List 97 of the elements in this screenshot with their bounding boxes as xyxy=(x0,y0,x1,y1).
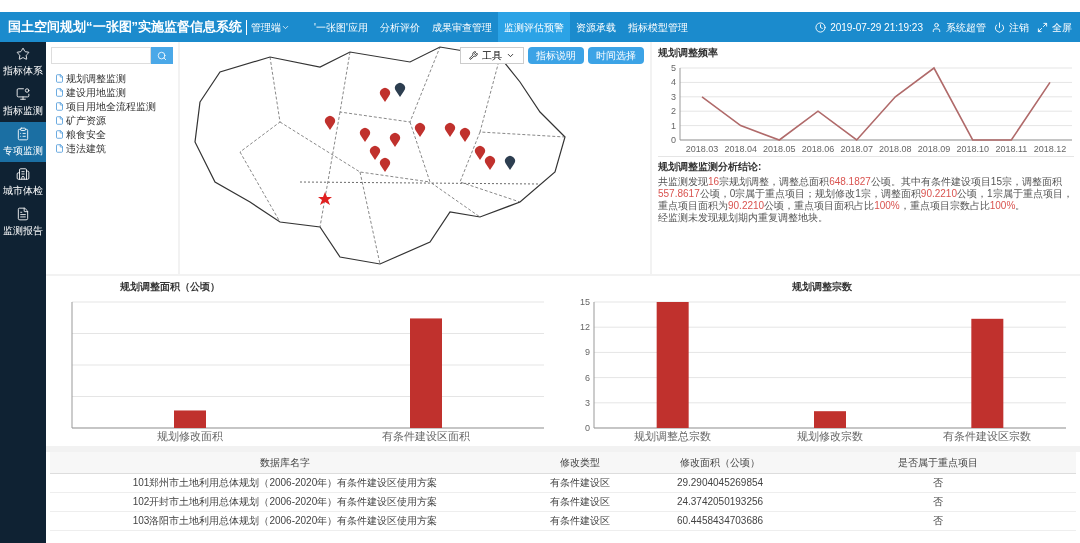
wrench-icon xyxy=(469,51,478,60)
axis-tick-label: 9 xyxy=(584,347,590,358)
side-nav-icon xyxy=(16,206,30,221)
side-nav-icon xyxy=(16,46,30,61)
table-cell-text: 有条件建设区 xyxy=(549,514,611,528)
side-nav-item[interactable]: 监测报告 xyxy=(0,202,46,242)
axis-tick-label: 2018.06 xyxy=(801,144,835,154)
logout-link[interactable]: 注销 xyxy=(994,19,1029,35)
axis-tick-label: 2018.05 xyxy=(763,144,796,154)
table-cell-text: 29.2904045269854 xyxy=(675,476,765,490)
side-nav-icon xyxy=(16,166,30,181)
nav-tab[interactable]: 监测评估预警 xyxy=(497,12,570,42)
tree-item[interactable]: 项目用地全流程监测 xyxy=(55,100,173,113)
axis-tick-label: 6 xyxy=(584,372,590,383)
table-cell-text: 60.4458434703686 xyxy=(675,514,765,528)
table-cell-text: 103洛阳市土地利用总体规划（2006-2020年）有条件建设区使用方案 xyxy=(131,514,439,528)
file-icon xyxy=(55,88,64,97)
axis-tick-label: 规划修改面积 xyxy=(157,430,223,442)
table-cell-text: 101郑州市土地利用总体规划（2006-2020年）有条件建设区使用方案 xyxy=(131,476,439,490)
user-icon xyxy=(931,21,942,33)
axis-tick-label: 12 xyxy=(579,322,590,333)
tree-item[interactable]: 矿产资源 xyxy=(55,114,173,127)
column-header: 修改面积（公顷） xyxy=(679,456,761,470)
nav-tab[interactable]: 指标模型管理 xyxy=(621,12,694,42)
side-nav-item[interactable]: 指标监测 xyxy=(0,82,46,122)
tree-item[interactable]: 粮食安全 xyxy=(55,128,173,141)
axis-tick-label: 5 xyxy=(671,63,676,73)
tree-item[interactable]: 违法建筑 xyxy=(55,142,173,155)
axis-tick-label: 3 xyxy=(671,91,676,102)
axis-tick-label: 15 xyxy=(579,297,590,307)
axis-tick-label: 0 xyxy=(584,423,590,433)
axis-tick-label: 有条件建设区宗数 xyxy=(942,430,1031,442)
axis-tick-label: 3 xyxy=(584,397,590,408)
search-field[interactable] xyxy=(51,47,151,64)
fullscreen-icon xyxy=(1037,21,1048,33)
nav-tab[interactable]: '一张图'应用 xyxy=(308,12,374,42)
role-dropdown[interactable]: 管理端 xyxy=(246,19,290,35)
axis-tick-label: 2018.10 xyxy=(956,144,989,154)
map-button[interactable]: 指标说明 xyxy=(528,47,584,64)
side-nav-icon xyxy=(16,126,30,141)
axis-tick-label: 有条件建设区面积 xyxy=(382,430,470,442)
table-cell-text: 否 xyxy=(932,514,944,528)
axis-tick-label: 2018.03 xyxy=(685,144,719,154)
user-link[interactable]: 系统超管 xyxy=(931,19,986,35)
analysis-paragraph: 共监测发现16宗规划调整，调整总面积648.1827公顷。其中有条件建设项目15宗，调整面积 557.8617公顷，0宗属于重点项目；规划修改1宗，调整面积90.2210公顷，1宗属于重点项目，重点项目面积为90.2210公顷，重点项目面积占比100%，重点项目宗数占比100%。 xyxy=(658,176,1074,212)
analysis-title: 规划调整监测分析结论: xyxy=(658,160,763,174)
axis-tick-label: 2 xyxy=(671,106,676,117)
nav-tab[interactable]: 资源承载 xyxy=(569,12,622,42)
column-header: 是否属于重点项目 xyxy=(897,456,979,470)
axis-tick-label: 1 xyxy=(671,120,676,131)
axis-tick-label: 4 xyxy=(671,77,676,88)
column-header: 数据库名字 xyxy=(259,456,311,470)
analysis-note: 经监测未发现规划期内重复调整地块。 xyxy=(658,212,829,224)
bar xyxy=(174,410,206,428)
side-nav-icon xyxy=(16,86,30,101)
table-cell-text: 有条件建设区 xyxy=(549,476,611,490)
table-cell-text: 否 xyxy=(932,476,944,490)
table-cell-text: 有条件建设区 xyxy=(549,495,611,509)
chart-title: 规划调整频率 xyxy=(658,46,719,60)
side-nav-item[interactable]: 城市体检 xyxy=(0,162,46,202)
axis-tick-label: 规划修改宗数 xyxy=(796,430,863,442)
clock-icon xyxy=(815,21,827,33)
app-title: 国土空间规划“一张图”实施监督信息系统 xyxy=(8,18,242,37)
datetime: 2019-07-29 21:19:23 xyxy=(830,20,923,35)
axis-tick-label: 2018.08 xyxy=(879,144,912,154)
table-cell-text: 102开封市土地利用总体规划（2006-2020年）有条件建设区使用方案 xyxy=(131,495,439,509)
tree-item[interactable]: 规划调整监测 xyxy=(55,72,173,85)
nav-tab[interactable]: 成果审查管理 xyxy=(425,12,498,42)
file-icon xyxy=(55,116,64,125)
power-icon xyxy=(994,21,1005,33)
caret-icon xyxy=(506,51,515,60)
tool-dropdown[interactable]: 工具 xyxy=(460,47,524,64)
axis-tick-label: 2018.12 xyxy=(1033,144,1067,154)
chart-title: 规划调整宗数 xyxy=(791,280,852,294)
tree-item[interactable]: 建设用地监测 xyxy=(55,86,173,99)
bar xyxy=(813,411,846,428)
file-icon xyxy=(55,102,64,111)
file-icon xyxy=(55,130,64,139)
axis-tick-label: 2018.04 xyxy=(724,144,757,154)
search-icon xyxy=(157,50,167,61)
file-icon xyxy=(55,74,64,83)
table-cell-text: 否 xyxy=(932,495,944,509)
axis-tick-label: 2018.09 xyxy=(917,144,951,154)
axis-tick-label: 2018.07 xyxy=(840,144,873,154)
side-nav-item[interactable]: 专项监测 xyxy=(0,122,46,162)
chart-title: 规划调整面积（公顷） xyxy=(119,280,221,294)
file-icon xyxy=(55,144,64,153)
axis-tick-label: 0 xyxy=(671,135,676,145)
axis-tick-label: 规划调整总宗数 xyxy=(633,430,711,442)
search-button[interactable] xyxy=(151,47,173,64)
side-nav-item[interactable]: 指标体系 xyxy=(0,42,46,82)
nav-tab[interactable]: 分析评价 xyxy=(373,12,426,42)
map-button[interactable]: 时间选择 xyxy=(588,47,644,64)
fullscreen-link[interactable]: 全屏 xyxy=(1037,19,1072,35)
column-header: 修改类型 xyxy=(559,456,601,470)
axis-tick-label: 2018.11 xyxy=(995,144,1028,154)
table-cell-text: 24.3742050193256 xyxy=(675,495,765,509)
